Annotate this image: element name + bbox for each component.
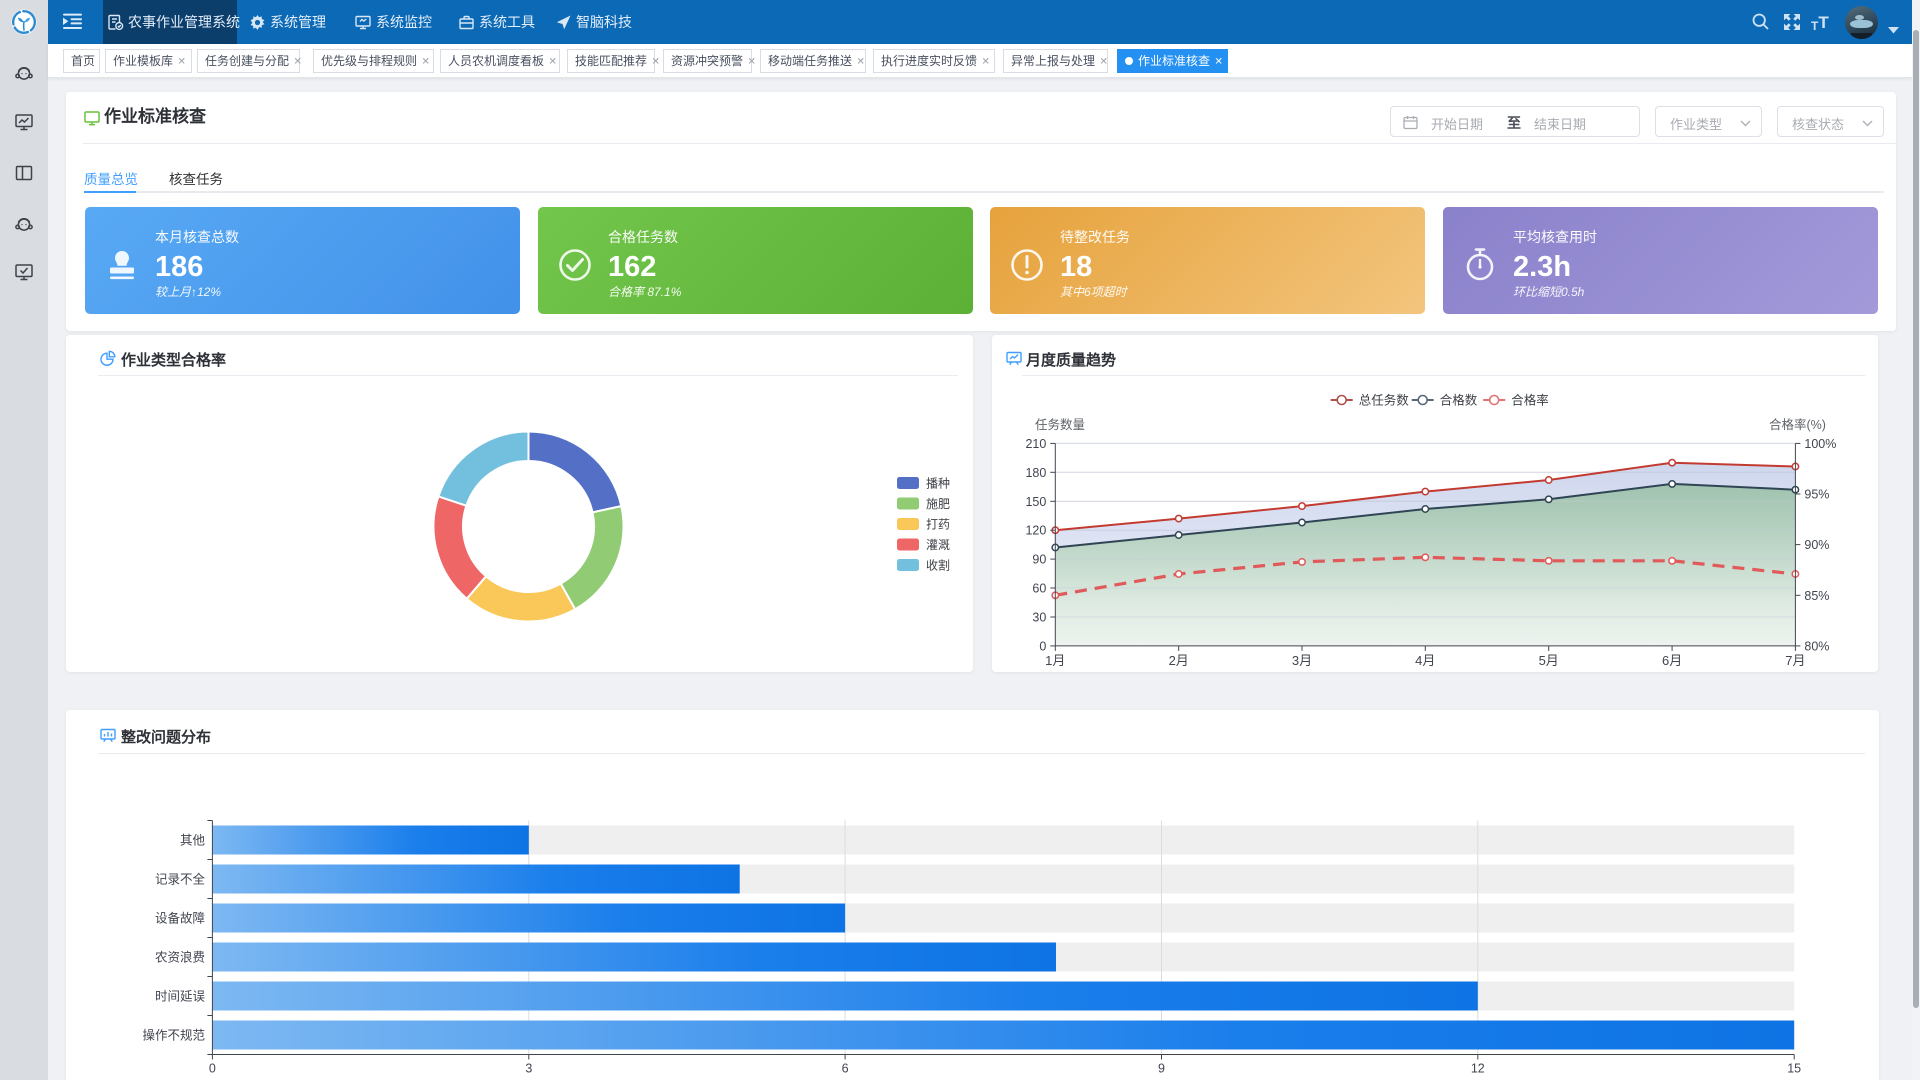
svg-text:总任务数: 总任务数 [1359,393,1410,408]
svg-text:农资浪费: 农资浪费 [155,950,205,965]
svg-text:3: 3 [525,1062,532,1076]
svg-text:12: 12 [1471,1062,1485,1076]
svg-text:60: 60 [1032,582,1046,596]
svg-text:记录不全: 记录不全 [155,872,206,887]
svg-text:9: 9 [1158,1062,1165,1076]
svg-text:操作不规范: 操作不规范 [142,1028,205,1043]
svg-text:6: 6 [842,1062,849,1076]
svg-text:30: 30 [1032,611,1046,625]
svg-text:15: 15 [1787,1062,1801,1076]
svg-text:设备故障: 设备故障 [155,911,205,926]
svg-text:90: 90 [1032,553,1046,567]
svg-text:合格率(%): 合格率(%) [1769,417,1826,432]
svg-text:0: 0 [209,1062,216,1076]
svg-text:任务数量: 任务数量 [1035,417,1085,432]
svg-text:80%: 80% [1804,639,1829,653]
svg-text:合格数: 合格数 [1440,393,1478,408]
svg-text:180: 180 [1025,466,1046,480]
svg-text:3月: 3月 [1292,653,1312,668]
svg-text:打药: 打药 [926,518,950,532]
svg-text:90%: 90% [1804,538,1829,552]
svg-text:100%: 100% [1804,437,1836,451]
svg-text:6月: 6月 [1662,653,1682,668]
svg-text:5月: 5月 [1539,653,1559,668]
svg-text:播种: 播种 [926,477,950,491]
svg-text:其他: 其他 [180,834,206,848]
svg-text:150: 150 [1025,495,1046,509]
svg-text:2月: 2月 [1169,653,1189,668]
svg-text:95%: 95% [1804,488,1829,502]
svg-text:7月: 7月 [1785,653,1805,668]
svg-text:0: 0 [1039,639,1046,653]
svg-text:灌溉: 灌溉 [926,538,950,552]
svg-text:4月: 4月 [1415,653,1435,668]
svg-text:120: 120 [1025,524,1046,538]
svg-text:收割: 收割 [926,558,950,573]
svg-text:210: 210 [1025,437,1046,451]
svg-text:合格率: 合格率 [1511,393,1549,408]
svg-text:施肥: 施肥 [926,497,950,511]
svg-text:时间延误: 时间延误 [155,990,206,1004]
svg-text:85%: 85% [1804,589,1829,603]
svg-text:1月: 1月 [1045,653,1065,668]
